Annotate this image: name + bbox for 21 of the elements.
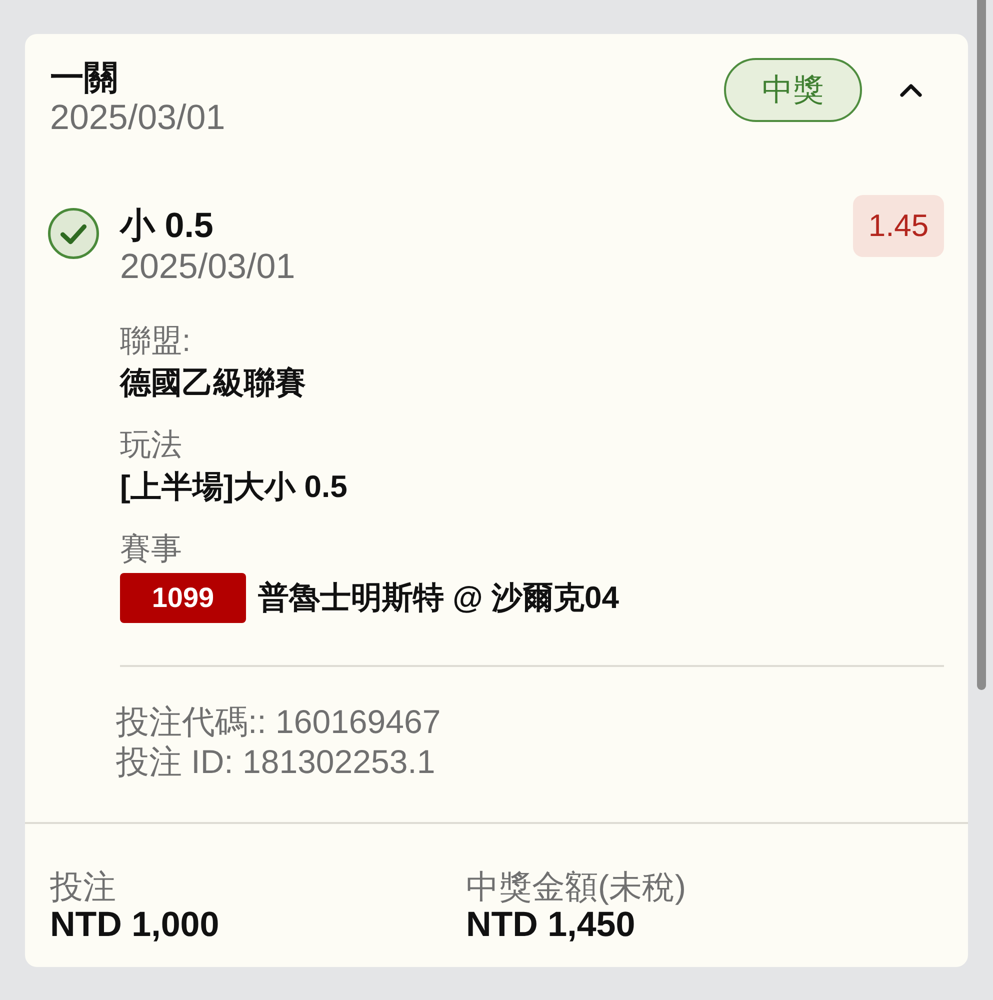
summary-amount: NTD 1,000 — [50, 906, 220, 944]
scrollbar-thumb[interactable] — [977, 0, 986, 690]
odds-badge: 1.45 — [853, 195, 944, 257]
selection-pick: 小 0.5 — [120, 206, 214, 246]
field-label: 賽事 — [120, 530, 183, 568]
bet-reference: 投注代碼:: 160169467 — [116, 702, 442, 742]
match-number-tag: 1099 — [120, 573, 246, 623]
match-name: 普魯士明斯特 @ 沙爾克04 — [258, 579, 619, 617]
bet-title: 一關 — [50, 58, 119, 98]
bet-date: 2025/03/01 — [50, 98, 226, 138]
field-value: 德國乙級聯賽 — [120, 364, 307, 402]
summary-label: 投注 — [50, 868, 117, 906]
summary-label: 中獎金額(未稅) — [466, 868, 687, 906]
field-label: 聯盟: — [120, 322, 192, 360]
status-badge: 中獎 — [724, 58, 862, 122]
bet-reference: 投注 ID: 181302253.1 — [116, 742, 436, 782]
field-value: [上半場]大小 0.5 — [120, 468, 348, 506]
summary-amount: NTD 1,450 — [466, 906, 636, 944]
field-label: 玩法 — [120, 426, 183, 464]
chevron-icon — [899, 82, 923, 98]
selection-date: 2025/03/01 — [120, 246, 296, 288]
